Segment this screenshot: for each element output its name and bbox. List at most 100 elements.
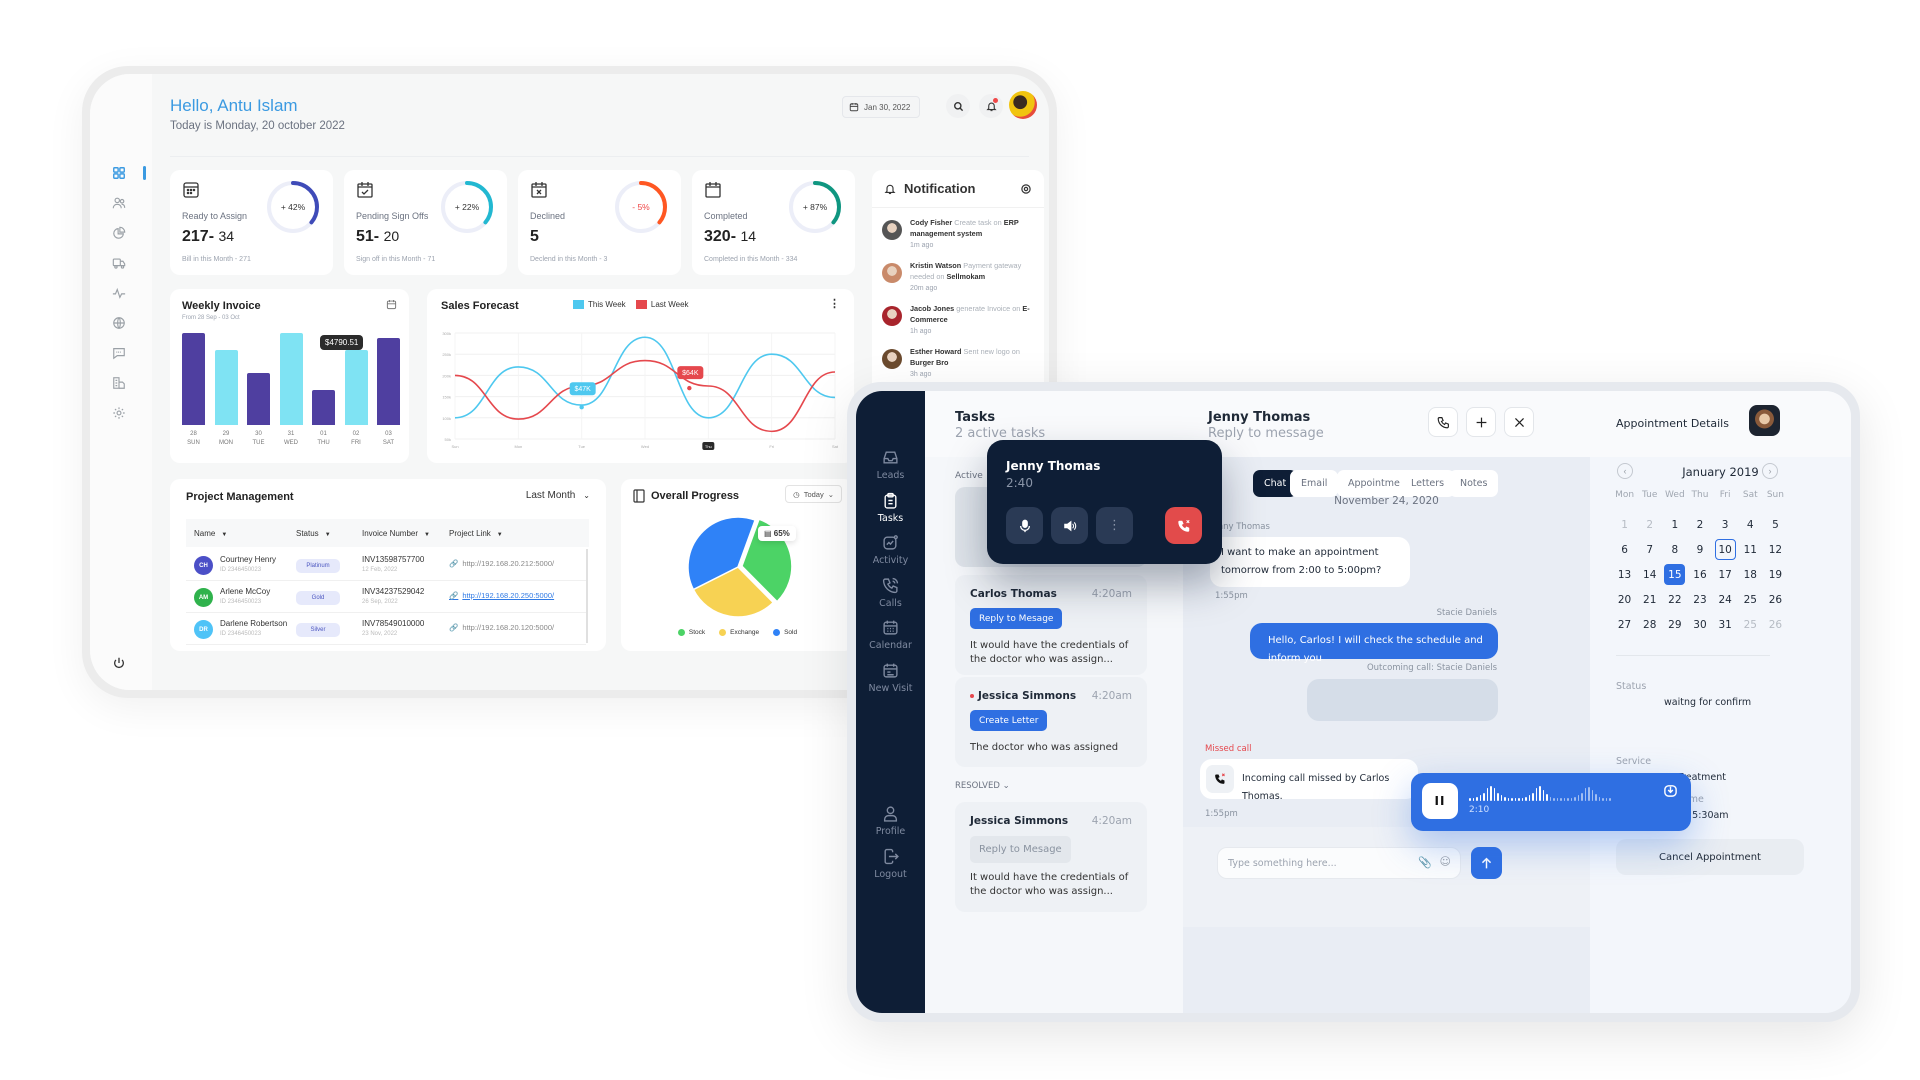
column-header[interactable]: Status ▼ [296,529,331,538]
notification-item[interactable]: Jacob Jones generate Invoice on E-Commer… [882,304,1037,335]
table-scrollbar[interactable] [586,549,588,643]
task-card[interactable]: Jessica Simmons 4:20am Create Letter The do… [955,677,1147,767]
calendar-day[interactable]: 23 [1687,587,1712,612]
project-link[interactable]: 🔗 http://192.168.20.250:5000/ [449,591,554,600]
invoice-bar[interactable] [182,333,205,425]
resolved-section-toggle[interactable]: RESOLVED ⌄ [955,781,1010,791]
calendar-day[interactable]: 14 [1637,562,1662,587]
dashboard-icon[interactable] [110,164,128,182]
notification-item[interactable]: Esther Howard Sent new logo on Burger Br… [882,347,1037,378]
send-button[interactable] [1471,847,1502,879]
buildings-icon[interactable] [110,374,128,392]
stat-card[interactable]: + 87% Completed 320- 14 Completed in this M… [692,170,855,275]
calendar-day[interactable]: 11 [1738,537,1763,562]
audio-waveform[interactable] [1469,785,1611,801]
user-avatar[interactable] [1009,91,1037,119]
message-icon[interactable] [110,344,128,362]
invoice-bar[interactable] [214,350,238,425]
calendar-day[interactable]: 29 [1662,612,1687,637]
table-row[interactable]: CH Courtney Henry ID 2346450023 Platinum INV… [186,549,586,581]
table-row[interactable]: AM Arlene McCoy ID 2346450023 Gold INV342375… [186,581,586,613]
calendar-day[interactable]: 17 [1713,562,1738,587]
invoice-bar[interactable] [247,372,270,425]
calendar-day[interactable]: 21 [1637,587,1662,612]
cancel-appointment-button[interactable]: Cancel Appointment [1616,839,1804,875]
calendar-day[interactable]: 7 [1637,537,1662,562]
message-input[interactable]: Type something here... 📎 ☺ [1217,847,1461,879]
task-card[interactable]: Carlos Thomas 4:20am Reply to Mesage It wou… [955,575,1147,675]
task-card[interactable]: Jessica Simmons 4:20am Reply to Mesage It w… [955,802,1147,912]
download-button[interactable] [1663,783,1678,802]
calendar-day[interactable]: 8 [1662,537,1687,562]
column-header[interactable]: Project Link ▼ [449,529,503,538]
nav-item-activity[interactable]: Activity [856,534,925,566]
truck-icon[interactable] [110,254,128,272]
notification-item[interactable]: Kristin Watson Payment gateway needed on… [882,261,1037,292]
more-options-button[interactable]: ⋮ [1096,507,1133,544]
calendar-day[interactable]: 6 [1612,537,1637,562]
nav-item-calls[interactable]: Calls [856,577,925,609]
project-filter-dropdown[interactable]: Last Month ⌄ [526,490,590,501]
calendar-day[interactable]: 27 [1612,612,1637,637]
nav-item-leads[interactable]: Leads [856,449,925,481]
calendar-day[interactable]: 22 [1662,587,1687,612]
calendar-day[interactable]: 10 [1713,537,1738,562]
settings-icon[interactable] [1020,183,1032,195]
project-link[interactable]: 🔗 http://192.168.20.212:5000/ [449,559,554,568]
calendar-day[interactable]: 24 [1713,587,1738,612]
calendar-icon[interactable] [386,299,397,310]
nav-item-calendar[interactable]: Calendar [856,619,925,651]
calendar-day[interactable]: 18 [1738,562,1763,587]
next-month-button[interactable]: › [1762,463,1778,479]
stat-card[interactable]: + 42% Ready to Assign 217- 34 Bill in this … [170,170,333,275]
power-icon[interactable] [110,654,128,672]
tab-email[interactable]: Email [1290,470,1339,497]
calendar-day[interactable]: 25 [1738,612,1763,637]
stat-card[interactable]: - 5% Declined 5 Declend in this Month - 3 [518,170,681,275]
column-header[interactable]: Name ▼ [194,529,227,538]
add-button[interactable] [1466,407,1496,437]
task-action-button[interactable]: Create Letter [970,710,1048,731]
patient-avatar[interactable] [1749,405,1780,436]
calendar-day[interactable]: 13 [1612,562,1637,587]
pause-button[interactable]: II [1422,783,1458,819]
search-button[interactable] [946,94,970,118]
nav-item-profile[interactable]: Profile [856,805,925,837]
table-row[interactable]: DR Darlene Robertson ID 2346450023 Silver IN… [186,613,586,645]
calendar-day[interactable]: 5 [1763,512,1788,537]
invoice-bar[interactable] [279,333,303,425]
task-action-button[interactable]: Reply to Mesage [970,836,1071,863]
calendar-day[interactable]: 2 [1637,512,1662,537]
calendar-day[interactable]: 20 [1612,587,1637,612]
pie-chart-icon[interactable] [110,224,128,242]
call-button[interactable] [1428,407,1458,437]
date-picker[interactable]: Jan 30, 2022 [842,96,920,118]
task-action-button[interactable]: Reply to Mesage [970,608,1063,629]
calendar-day[interactable]: 4 [1738,512,1763,537]
stat-card[interactable]: + 22% Pending Sign Offs 51- 20 Sign off in … [344,170,507,275]
attachment-icon[interactable]: 📎 [1418,856,1432,869]
calendar-day[interactable]: 2 [1687,512,1712,537]
invoice-bar[interactable] [377,337,400,425]
calendar-day[interactable]: 1 [1612,512,1637,537]
calendar-day[interactable]: 16 [1687,562,1712,587]
calendar-day[interactable]: 3 [1713,512,1738,537]
speaker-button[interactable] [1051,507,1088,544]
nav-item-logout[interactable]: Logout [856,848,925,880]
notifications-button[interactable] [979,94,1003,118]
end-call-button[interactable] [1165,507,1202,544]
notification-item[interactable]: Cody Fisher Create task on ERP managemen… [882,218,1037,249]
users-icon[interactable] [110,194,128,212]
nav-item-new-visit[interactable]: New Visit [856,662,925,694]
column-header[interactable]: Invoice Number ▼ [362,529,430,538]
last-week-point[interactable] [687,385,692,391]
project-link[interactable]: 🔗 http://192.168.20.120:5000/ [449,623,554,632]
activity-icon[interactable] [110,284,128,302]
tab-notes[interactable]: Notes [1449,470,1499,497]
settings-icon[interactable] [110,404,128,422]
calendar-day[interactable]: 12 [1763,537,1788,562]
nav-item-tasks[interactable]: Tasks [856,492,925,524]
calendar-day[interactable]: 9 [1687,537,1712,562]
calendar-day[interactable]: 30 [1687,612,1712,637]
calendar-day[interactable]: 26 [1763,587,1788,612]
